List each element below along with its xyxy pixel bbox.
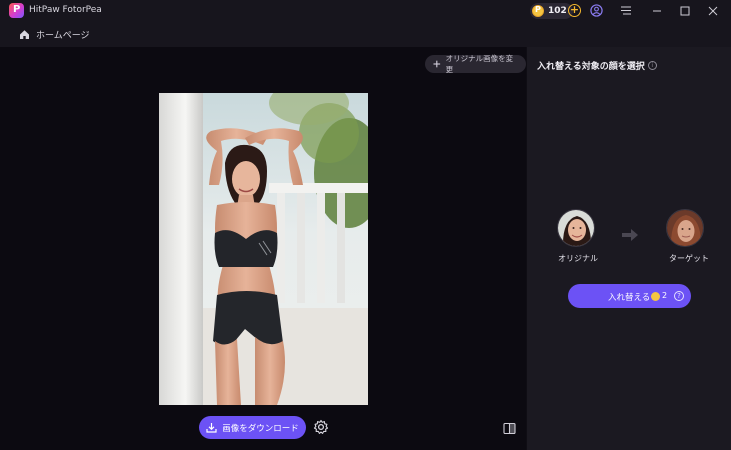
download-image-button[interactable]: 画像をダウンロード — [199, 416, 306, 439]
portrait-photo — [159, 93, 368, 405]
help-icon[interactable]: ? — [674, 291, 684, 301]
close-icon[interactable] — [706, 4, 720, 18]
change-original-image-label: オリジナル画像を変更 — [445, 54, 514, 74]
coin-balance-badge[interactable]: 102 — [530, 3, 573, 19]
download-image-label: 画像をダウンロード — [222, 423, 299, 434]
change-original-image-button[interactable]: オリジナル画像を変更 — [425, 54, 526, 74]
panel-title-text: 入れ替える対象の顔を選択 — [537, 62, 645, 72]
compare-icon[interactable] — [503, 422, 516, 435]
swap-cost: 2 — [662, 291, 668, 300]
arrow-right-icon — [622, 229, 638, 241]
panel-title: 入れ替える対象の顔を選択 i — [537, 59, 657, 72]
add-coins-button[interactable]: + — [568, 4, 581, 17]
coin-icon — [532, 5, 544, 17]
original-face-label: オリジナル — [558, 254, 598, 263]
user-account-icon[interactable] — [590, 4, 603, 17]
coin-count: 102 — [548, 6, 567, 16]
face-selection-panel: 入れ替える対象の顔を選択 i オリジナル ターゲット 入れ替える 2 ? — [527, 47, 731, 450]
home-icon — [20, 30, 29, 39]
gear-icon[interactable] — [313, 419, 329, 435]
plus-icon — [433, 60, 441, 68]
nav-bar: ホームページ — [0, 22, 731, 47]
portrait-image — [159, 93, 368, 405]
image-canvas: オリジナル画像を変更 画像をダウンロード — [0, 47, 526, 450]
menu-icon[interactable] — [620, 4, 632, 17]
swap-face-label: 入れ替える — [608, 293, 651, 303]
title-bar: HitPaw FotorPea 102 + — [0, 0, 731, 22]
coin-icon — [651, 292, 660, 301]
target-face-image — [667, 210, 703, 246]
home-label: ホームページ — [36, 31, 90, 41]
swap-face-button[interactable]: 入れ替える 2 ? — [568, 284, 691, 308]
maximize-icon[interactable] — [678, 4, 692, 18]
original-face-image — [558, 210, 594, 246]
download-icon — [206, 423, 217, 433]
minimize-icon[interactable] — [650, 4, 664, 18]
info-icon[interactable]: i — [647, 61, 657, 70]
target-face-label: ターゲット — [669, 254, 709, 263]
target-face-thumbnail[interactable] — [666, 209, 704, 247]
app-logo-icon — [9, 3, 24, 18]
app-title: HitPaw FotorPea — [29, 5, 102, 15]
home-link[interactable]: ホームページ — [19, 28, 90, 41]
original-face-thumbnail[interactable] — [557, 209, 595, 247]
